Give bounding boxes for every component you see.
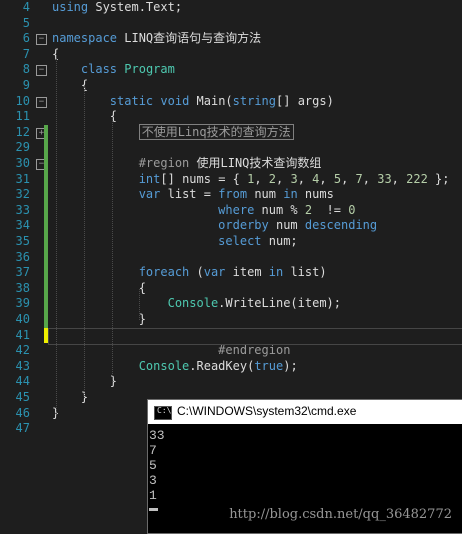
line-number: 29 — [15, 140, 30, 155]
code-text: #region 使用LINQ技术查询数组 — [138, 156, 322, 170]
line-number: 46 — [15, 405, 30, 420]
code-line[interactable]: 43 Console.ReadKey(true); — [0, 359, 462, 375]
indent-guide — [139, 288, 140, 320]
code-line[interactable]: 42 #endregion — [0, 343, 462, 359]
cmd-icon: C:\ — [154, 406, 172, 420]
code-line[interactable]: 12 + 不使用Linq技术的查询方法 — [0, 123, 462, 141]
code-text: class Program — [80, 62, 175, 77]
console-cursor — [149, 508, 158, 511]
line-number: 12 — [15, 124, 30, 139]
cmd-title: C:\WINDOWS\system32\cmd.exe — [177, 404, 357, 418]
code-line[interactable]: 5 — [0, 16, 462, 32]
code-text: { — [52, 280, 146, 295]
code-line[interactable]: 30− #region 使用LINQ技术查询数组 — [0, 156, 462, 172]
console-output-line: 7 — [149, 443, 157, 458]
line-number: 43 — [15, 358, 30, 373]
line-number: 7 — [22, 46, 30, 61]
code-line[interactable]: 38 { — [0, 281, 462, 297]
indent-guide — [56, 54, 57, 414]
current-line-highlight — [48, 327, 462, 345]
line-number: 36 — [15, 249, 30, 264]
watermark: http://blog.csdn.net/qq_36482772 — [229, 507, 452, 522]
line-number: 11 — [15, 109, 30, 124]
code-text: } — [52, 390, 89, 404]
code-line[interactable]: 44 } — [0, 374, 462, 390]
code-text: orderby num descending — [218, 218, 378, 233]
collapse-icon[interactable]: − — [36, 96, 47, 108]
line-number: 35 — [15, 234, 30, 248]
code-text: 不使用Linq技术的查询方法 — [52, 123, 294, 141]
code-text: #endregion — [218, 343, 291, 358]
code-text: using System.Text; — [52, 0, 183, 14]
indent-guide — [84, 86, 85, 398]
code-line[interactable]: 33 where num % 2 != 0 — [0, 203, 462, 219]
line-number: 34 — [15, 218, 30, 233]
code-line[interactable]: 40 } — [0, 312, 462, 328]
line-number: 42 — [15, 343, 30, 358]
line-number: 39 — [15, 296, 30, 311]
code-line[interactable]: 8− class Program — [0, 62, 462, 78]
code-line[interactable]: 32 var list = from num in nums — [0, 187, 462, 203]
code-line[interactable]: 37 foreach (var item in list) — [0, 265, 462, 281]
code-line[interactable]: 6− namespace LINQ查询语句与查询方法 — [0, 31, 462, 47]
line-number: 6 — [22, 31, 30, 46]
line-number: 41 — [15, 327, 30, 342]
code-text: static void Main(string[] args) — [109, 93, 334, 108]
line-number: 44 — [15, 374, 30, 389]
cmd-titlebar[interactable]: C:\ C:\WINDOWS\system32\cmd.exe — [148, 400, 462, 424]
code-line[interactable]: 31 int[] nums = { 1, 2, 3, 4, 5, 7, 33, … — [0, 172, 462, 188]
code-text: foreach (var item in list) — [138, 265, 327, 280]
line-number: 33 — [15, 202, 30, 217]
code-line[interactable]: 10− static void Main(string[] args) — [0, 94, 462, 110]
line-number: 37 — [15, 265, 30, 280]
code-line[interactable]: 4 using System.Text; — [0, 0, 462, 16]
line-number: 4 — [22, 0, 30, 14]
console-output-line: 3 — [149, 473, 157, 488]
code-line[interactable]: 11 { — [0, 109, 462, 125]
code-text: select num; — [218, 234, 298, 248]
code-line[interactable]: 36 — [0, 250, 462, 266]
line-number: 31 — [15, 171, 30, 186]
line-number: 47 — [15, 421, 30, 436]
code-text: { — [52, 78, 89, 92]
collapse-icon[interactable]: − — [36, 65, 47, 77]
line-number: 45 — [15, 390, 30, 404]
code-line[interactable]: 7{ — [0, 47, 462, 63]
line-number: 30 — [15, 156, 30, 170]
line-number: 9 — [22, 78, 30, 92]
code-line[interactable]: 39 Console.WriteLine(item); — [0, 296, 462, 312]
code-line[interactable]: 34 orderby num descending — [0, 218, 462, 234]
code-text: namespace LINQ查询语句与查询方法 — [52, 31, 262, 46]
line-number: 8 — [22, 62, 30, 77]
collapse-icon[interactable]: − — [36, 34, 47, 46]
line-number: 10 — [15, 93, 30, 108]
console-output-line: 1 — [149, 488, 157, 503]
line-number: 32 — [15, 187, 30, 202]
line-number: 5 — [22, 15, 30, 30]
line-number: 38 — [15, 280, 30, 295]
code-text: var list = from num in nums — [138, 187, 334, 202]
code-line[interactable]: 29 — [0, 140, 462, 156]
code-text: Console.WriteLine(item); — [167, 296, 341, 311]
code-text: } — [52, 312, 146, 326]
console-output-line: 5 — [149, 458, 157, 473]
code-line[interactable]: 9 { — [0, 78, 462, 94]
code-text: Console.ReadKey(true); — [138, 358, 298, 373]
code-line[interactable]: 35 select num; — [0, 234, 462, 250]
line-number: 40 — [15, 312, 30, 326]
change-bar-saved — [44, 124, 48, 328]
code-text: where num % 2 != 0 — [218, 202, 356, 217]
console-output-line: 33 — [149, 428, 165, 443]
